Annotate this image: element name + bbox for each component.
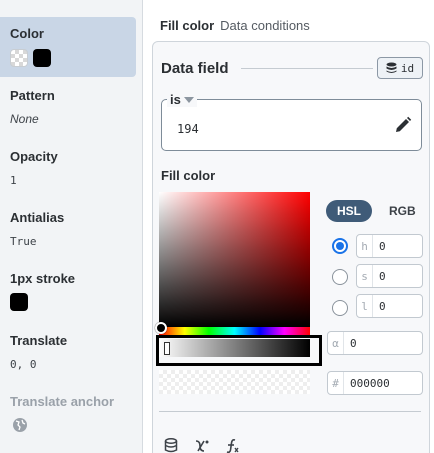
condition-value-box[interactable]: 194 bbox=[161, 99, 422, 151]
lightness-field[interactable]: l 0 bbox=[356, 294, 423, 318]
globe-icon bbox=[13, 418, 27, 432]
black-swatch-icon bbox=[33, 49, 51, 67]
sidebar-item-label: Antialias bbox=[10, 210, 65, 225]
tab-data-conditions[interactable]: Data conditions bbox=[220, 18, 310, 33]
field-prefix: l bbox=[357, 295, 373, 317]
color-mode-toggle: HSL RGB bbox=[326, 200, 427, 222]
sidebar-item-label: Pattern bbox=[10, 88, 55, 103]
transparency-preview bbox=[159, 370, 310, 394]
divider bbox=[241, 68, 373, 69]
sidebar-item-translate-anchor[interactable]: Translate anchor bbox=[0, 386, 136, 446]
hex-field[interactable]: # 000000 bbox=[327, 371, 423, 395]
field-prefix: h bbox=[357, 235, 373, 257]
operator-dropdown[interactable]: is bbox=[167, 92, 197, 107]
alpha-slider-focus-ring bbox=[156, 335, 322, 366]
hsl-mode-button[interactable]: HSL bbox=[326, 200, 372, 222]
sidebar-item-value: 0, 0 bbox=[10, 358, 37, 371]
tab-bar: Fill color Data conditions bbox=[160, 18, 310, 33]
divider bbox=[159, 411, 421, 412]
database-icon[interactable] bbox=[164, 438, 180, 453]
data-field-title: Data field bbox=[161, 60, 229, 77]
sidebar-item-value: 1 bbox=[10, 174, 17, 187]
variable-icon[interactable] bbox=[194, 438, 210, 453]
fill-color-title: Fill color bbox=[161, 168, 216, 183]
field-prefix: s bbox=[357, 265, 373, 287]
channel-radio-h[interactable] bbox=[332, 238, 348, 254]
id-button-label: id bbox=[400, 61, 415, 75]
sidebar-item-label: Translate anchor bbox=[10, 394, 115, 409]
checkerboard-icon bbox=[10, 49, 28, 67]
field-value: 0 bbox=[379, 299, 386, 313]
operator-label: is bbox=[170, 92, 181, 107]
saturation-field[interactable]: s 0 bbox=[356, 264, 423, 288]
tab-fill-color[interactable]: Fill color bbox=[160, 18, 214, 33]
sidebar-item-antialias[interactable]: Antialias True bbox=[0, 202, 136, 252]
id-field-button[interactable]: id bbox=[377, 57, 423, 79]
condition-value: 194 bbox=[177, 122, 199, 136]
sidebar-item-label: Color bbox=[10, 26, 44, 41]
pencil-icon[interactable] bbox=[394, 116, 412, 134]
sidebar-item-color[interactable]: Color bbox=[0, 17, 136, 77]
field-prefix: # bbox=[328, 372, 344, 394]
color-handle[interactable] bbox=[155, 322, 167, 334]
channel-radio-s[interactable] bbox=[332, 269, 348, 285]
field-value: 0 bbox=[350, 336, 357, 350]
sidebar-item-label: 1px stroke bbox=[10, 271, 76, 286]
field-value: 0 bbox=[379, 269, 386, 283]
field-value: 000000 bbox=[350, 376, 390, 390]
hue-slider[interactable] bbox=[159, 327, 310, 335]
sidebar-item-pattern[interactable]: Pattern None bbox=[0, 80, 136, 130]
properties-sidebar: Color Pattern None Opacity 1 Antialias T… bbox=[0, 0, 143, 453]
saturation-lightness-area[interactable] bbox=[159, 192, 310, 327]
sidebar-item-value: None bbox=[10, 112, 39, 126]
sidebar-item-value: True bbox=[10, 235, 37, 248]
sidebar-item-1px-stroke[interactable]: 1px stroke bbox=[0, 263, 136, 315]
sidebar-item-translate[interactable]: Translate 0, 0 bbox=[0, 325, 136, 375]
black-swatch-icon bbox=[10, 293, 28, 311]
function-icon[interactable] bbox=[224, 438, 240, 453]
rgb-mode-button[interactable]: RGB bbox=[378, 200, 427, 222]
alpha-field[interactable]: α 0 bbox=[327, 331, 423, 355]
sidebar-item-label: Translate bbox=[10, 333, 68, 348]
field-prefix: α bbox=[328, 332, 344, 354]
sidebar-item-label: Opacity bbox=[10, 149, 58, 164]
field-value: 0 bbox=[379, 239, 386, 253]
condition-panel: Data field id 194 is Fill color HSL RGB … bbox=[152, 41, 430, 453]
database-icon bbox=[386, 62, 397, 73]
caret-down-icon bbox=[183, 96, 194, 103]
sidebar-item-opacity[interactable]: Opacity 1 bbox=[0, 141, 136, 191]
channel-radio-l[interactable] bbox=[332, 300, 348, 316]
hue-field[interactable]: h 0 bbox=[356, 234, 423, 258]
